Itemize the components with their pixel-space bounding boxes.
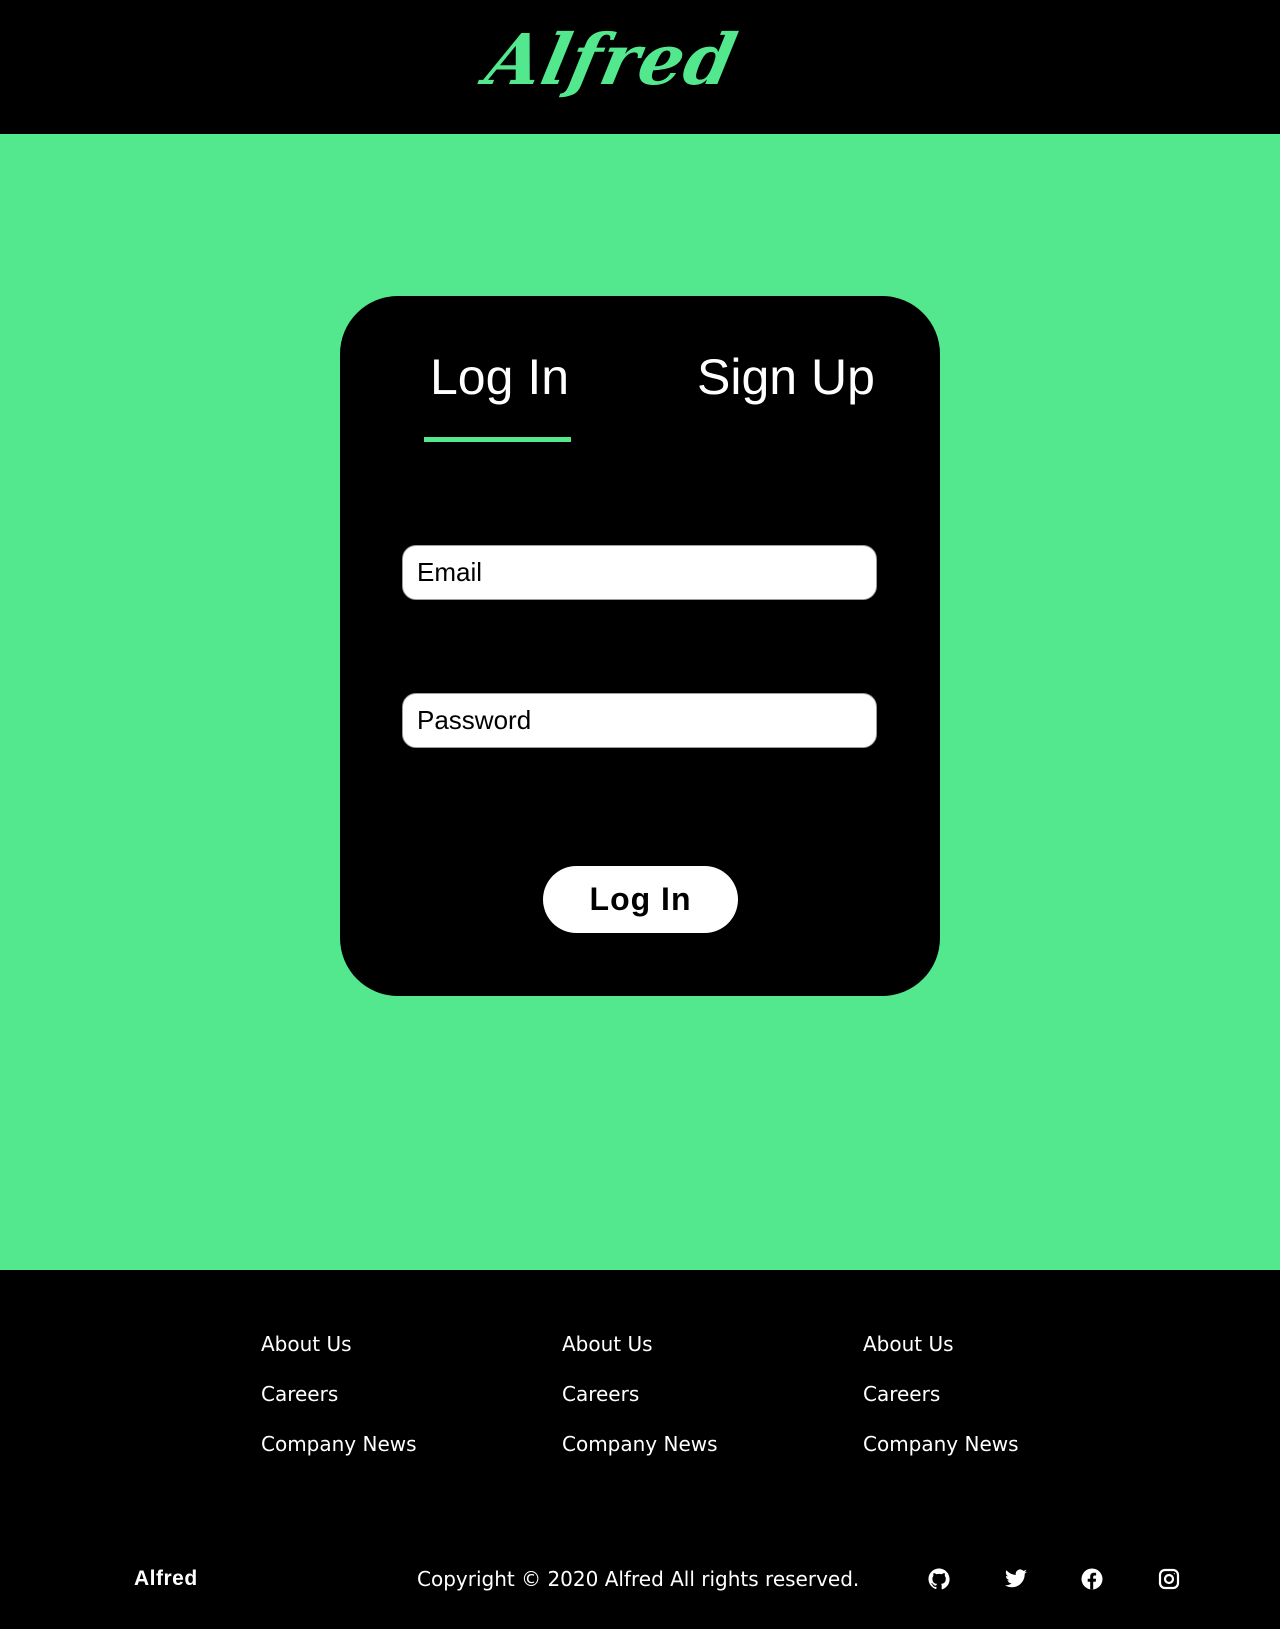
footer-link-company-news[interactable]: Company News — [863, 1432, 1019, 1456]
footer-column-1: About Us Careers Company News — [261, 1332, 417, 1482]
twitter-icon[interactable] — [1004, 1567, 1028, 1591]
logo[interactable]: Alfred — [478, 14, 745, 105]
footer-link-about-us[interactable]: About Us — [863, 1332, 1019, 1356]
password-field[interactable] — [402, 693, 877, 748]
footer-column-3: About Us Careers Company News — [863, 1332, 1019, 1482]
footer-link-careers[interactable]: Careers — [562, 1382, 718, 1406]
auth-card: Log In Sign Up Log In — [340, 296, 940, 996]
footer-column-2: About Us Careers Company News — [562, 1332, 718, 1482]
instagram-icon[interactable] — [1157, 1567, 1181, 1591]
tab-log-in[interactable]: Log In — [430, 352, 569, 402]
log-in-button[interactable]: Log In — [543, 866, 738, 933]
site-header: Alfred — [0, 0, 1280, 134]
footer-link-company-news[interactable]: Company News — [562, 1432, 718, 1456]
footer-link-company-news[interactable]: Company News — [261, 1432, 417, 1456]
copyright-text: Copyright © 2020 Alfred All rights reser… — [417, 1567, 860, 1591]
footer-brand[interactable]: Alfred — [134, 1565, 198, 1593]
facebook-icon[interactable] — [1080, 1567, 1104, 1591]
email-field[interactable] — [402, 545, 877, 600]
footer-link-careers[interactable]: Careers — [863, 1382, 1019, 1406]
tab-sign-up[interactable]: Sign Up — [697, 352, 875, 402]
active-tab-indicator — [424, 437, 571, 442]
github-icon[interactable] — [927, 1567, 951, 1591]
footer-link-about-us[interactable]: About Us — [261, 1332, 417, 1356]
footer-link-careers[interactable]: Careers — [261, 1382, 417, 1406]
footer-link-about-us[interactable]: About Us — [562, 1332, 718, 1356]
